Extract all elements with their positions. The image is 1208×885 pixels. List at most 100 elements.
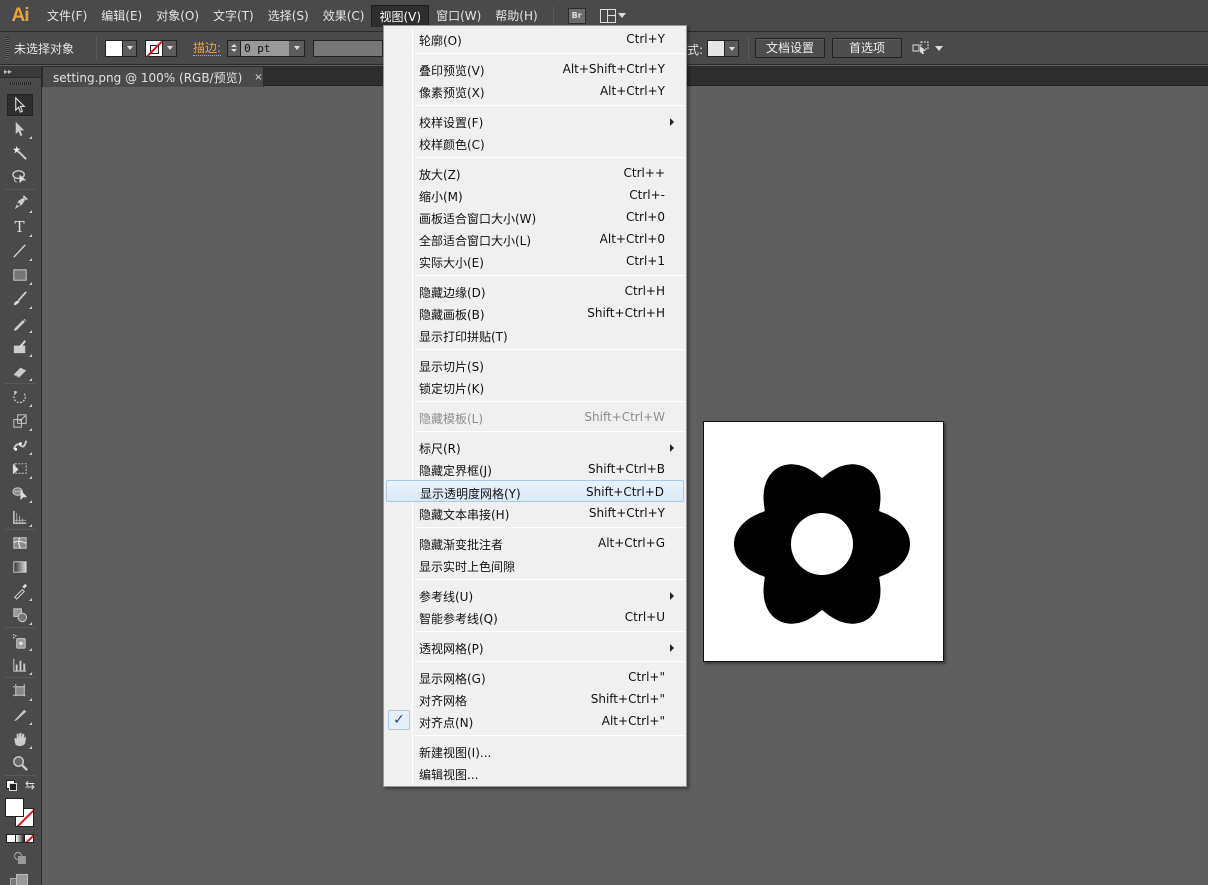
menu-item[interactable]: 放大(Z) Ctrl++ bbox=[386, 162, 684, 184]
variable-width-profile[interactable] bbox=[313, 39, 384, 57]
magic-wand-tool[interactable] bbox=[7, 142, 33, 164]
chevron-down-icon[interactable] bbox=[935, 46, 943, 51]
menu-8[interactable]: 帮助(H) bbox=[488, 5, 544, 27]
color-button[interactable] bbox=[7, 835, 16, 842]
fill-color-box[interactable] bbox=[5, 798, 24, 817]
menu-7[interactable]: 窗口(W) bbox=[429, 5, 488, 27]
stroke-weight-input[interactable]: 0 pt bbox=[241, 39, 290, 57]
document-setup-button[interactable]: 文档设置 bbox=[755, 38, 825, 58]
artboard-tool[interactable] bbox=[7, 680, 33, 702]
stroke-weight-dropdown[interactable] bbox=[289, 39, 306, 57]
preferences-button[interactable]: 首选项 bbox=[832, 38, 902, 58]
menu-item[interactable]: 显示切片(S) bbox=[386, 354, 684, 376]
menu-2[interactable]: 对象(O) bbox=[149, 5, 206, 27]
rectangle-tool[interactable] bbox=[7, 264, 33, 286]
menu-5[interactable]: 效果(C) bbox=[316, 5, 372, 27]
fill-color-picker[interactable] bbox=[105, 39, 138, 57]
menu-6[interactable]: 视图(V) bbox=[371, 4, 430, 27]
panel-grip[interactable] bbox=[10, 82, 31, 85]
menu-item[interactable]: 隐藏文本串接(H) Shift+Ctrl+Y bbox=[386, 502, 684, 524]
gradient-tool[interactable] bbox=[7, 556, 33, 578]
menu-item[interactable]: 显示网格(G) Ctrl+" bbox=[386, 666, 684, 688]
stroke-weight-stepper[interactable] bbox=[227, 39, 242, 57]
menu-item[interactable]: 像素预览(X) Alt+Ctrl+Y bbox=[386, 80, 684, 102]
menu-item[interactable]: 隐藏画板(B) Shift+Ctrl+H bbox=[386, 302, 684, 324]
menu-item[interactable]: 隐藏渐变批注者 Alt+Ctrl+G bbox=[386, 532, 684, 554]
direct-selection-tool[interactable] bbox=[7, 118, 33, 140]
menu-item[interactable]: 透视网格(P) bbox=[386, 636, 684, 658]
menu-0[interactable]: 文件(F) bbox=[40, 5, 94, 27]
perspective-grid-tool[interactable] bbox=[7, 506, 33, 528]
stroke-dropdown-arrow[interactable] bbox=[163, 39, 178, 57]
rotate-tool[interactable] bbox=[7, 386, 33, 408]
style-swatch[interactable] bbox=[707, 40, 725, 57]
menu-item[interactable]: 显示打印拼贴(T) bbox=[386, 324, 684, 346]
gradient-button[interactable] bbox=[16, 835, 25, 842]
close-icon[interactable]: × bbox=[254, 72, 262, 83]
menu-item[interactable]: 显示实时上色间隙 bbox=[386, 554, 684, 576]
stroke-label-link[interactable]: 描边: bbox=[193, 41, 222, 56]
menu-item[interactable]: 标尺(R) bbox=[386, 436, 684, 458]
menu-item[interactable]: 缩小(M) Ctrl+- bbox=[386, 184, 684, 206]
blend-tool[interactable] bbox=[7, 604, 33, 626]
menu-item[interactable]: 校样颜色(C) bbox=[386, 132, 684, 154]
isolate-mode-icon[interactable] bbox=[912, 41, 930, 55]
stroke-none-swatch[interactable] bbox=[145, 39, 164, 57]
menu-item[interactable]: 隐藏定界框(J) Shift+Ctrl+B bbox=[386, 458, 684, 480]
eyedropper-tool[interactable] bbox=[7, 580, 33, 602]
artboard[interactable] bbox=[703, 421, 944, 662]
workspace-switcher[interactable] bbox=[599, 8, 626, 23]
graphic-style-picker[interactable] bbox=[707, 40, 739, 57]
gear-icon[interactable] bbox=[704, 422, 945, 663]
menu-item[interactable]: 隐藏边缘(D) Ctrl+H bbox=[386, 280, 684, 302]
menu-4[interactable]: 选择(S) bbox=[261, 5, 316, 27]
mesh-tool[interactable] bbox=[7, 532, 33, 554]
menu-item[interactable]: ✓ 对齐点(N) Alt+Ctrl+" bbox=[386, 710, 684, 732]
pen-tool[interactable] bbox=[7, 192, 33, 214]
menu-item[interactable]: 校样设置(F) bbox=[386, 110, 684, 132]
blob-brush-tool[interactable] bbox=[7, 336, 33, 358]
fill-dropdown-arrow[interactable] bbox=[123, 39, 138, 57]
symbol-sprayer-tool[interactable] bbox=[7, 630, 33, 652]
gear-shape[interactable] bbox=[734, 464, 910, 624]
collapse-panel-button[interactable]: ▸▸ bbox=[0, 66, 41, 78]
fill-swatch[interactable] bbox=[105, 39, 124, 57]
swap-colors-icon[interactable]: ⇆ bbox=[25, 778, 35, 792]
style-dropdown-arrow[interactable] bbox=[725, 40, 739, 57]
menu-item[interactable]: 新建视图(I)... bbox=[386, 740, 684, 762]
zoom-tool[interactable] bbox=[7, 752, 33, 774]
menu-item[interactable]: 全部适合窗口大小(L) Alt+Ctrl+0 bbox=[386, 228, 684, 250]
menu-item[interactable]: 智能参考线(Q) Ctrl+U bbox=[386, 606, 684, 628]
menu-1[interactable]: 编辑(E) bbox=[94, 5, 149, 27]
lasso-tool[interactable] bbox=[7, 166, 33, 188]
document-tab[interactable]: setting.png @ 100% (RGB/预览) × bbox=[42, 66, 264, 87]
selection-tool[interactable] bbox=[7, 94, 33, 116]
pencil-tool[interactable] bbox=[7, 312, 33, 334]
shape-builder-tool[interactable] bbox=[7, 482, 33, 504]
column-graph-tool[interactable] bbox=[7, 654, 33, 676]
menu-item[interactable]: 轮廓(O) Ctrl+Y bbox=[386, 28, 684, 50]
slice-tool[interactable] bbox=[7, 704, 33, 726]
default-colors-icon[interactable] bbox=[6, 780, 18, 792]
menu-item[interactable]: 锁定切片(K) bbox=[386, 376, 684, 398]
menu-item[interactable]: 参考线(U) bbox=[386, 584, 684, 606]
menu-item[interactable]: 画板适合窗口大小(W) Ctrl+0 bbox=[386, 206, 684, 228]
menu-item[interactable]: 编辑视图... bbox=[386, 762, 684, 784]
menu-3[interactable]: 文字(T) bbox=[206, 5, 261, 27]
scale-tool[interactable] bbox=[7, 410, 33, 432]
line-segment-tool[interactable] bbox=[7, 240, 33, 262]
menu-item[interactable]: 显示透明度网格(Y) Shift+Ctrl+D bbox=[386, 480, 684, 502]
stroke-color-picker[interactable] bbox=[145, 39, 178, 57]
menu-item[interactable]: 对齐网格 Shift+Ctrl+" bbox=[386, 688, 684, 710]
drawing-mode-icon[interactable] bbox=[14, 852, 26, 864]
bridge-button[interactable]: Br bbox=[567, 7, 586, 24]
none-button[interactable] bbox=[25, 835, 33, 842]
menu-item[interactable]: 实际大小(E) Ctrl+1 bbox=[386, 250, 684, 272]
warp-tool[interactable] bbox=[7, 434, 33, 456]
eraser-tool[interactable] bbox=[7, 360, 33, 382]
hand-tool[interactable] bbox=[7, 728, 33, 750]
paintbrush-tool[interactable] bbox=[7, 288, 33, 310]
type-tool[interactable]: T bbox=[7, 216, 33, 238]
free-transform-tool[interactable] bbox=[7, 458, 33, 480]
panel-grip[interactable] bbox=[6, 37, 9, 59]
